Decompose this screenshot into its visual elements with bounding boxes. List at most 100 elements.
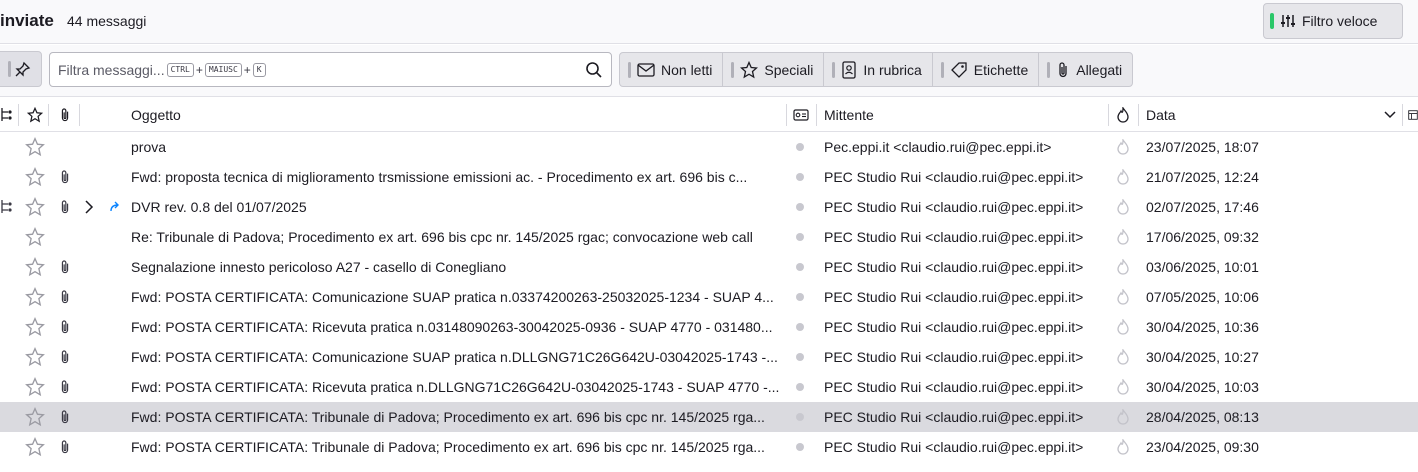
read-status-dot-icon[interactable] xyxy=(794,402,806,432)
message-sender: PEC Studio Rui <claudio.rui@pec.eppi.it> xyxy=(824,289,1084,305)
star-toggle-icon[interactable] xyxy=(24,132,46,162)
message-date: 03/06/2025, 10:01 xyxy=(1146,259,1259,275)
message-row[interactable]: Re: Tribunale di Padova; Procedimento ex… xyxy=(0,222,1418,252)
message-row[interactable]: prova Pec.eppi.it <claudio.rui@pec.eppi.i… xyxy=(0,132,1418,162)
folder-header: inviate 44 messaggi Filtro veloce xyxy=(0,0,1418,44)
junk-flame-icon[interactable] xyxy=(1114,192,1132,222)
junk-flame-icon[interactable] xyxy=(1114,162,1132,192)
filter-toggle-group: Non letti Speciali In rubrica Etichette … xyxy=(619,52,1134,87)
kbd-k: K xyxy=(252,62,266,77)
message-sender: PEC Studio Rui <claudio.rui@pec.eppi.it> xyxy=(824,169,1084,185)
star-toggle-icon[interactable] xyxy=(24,162,46,192)
read-status-dot-icon[interactable] xyxy=(794,342,806,372)
message-sender: PEC Studio Rui <claudio.rui@pec.eppi.it> xyxy=(824,379,1084,395)
message-subject: Fwd: POSTA CERTIFICATA: Tribunale di Pad… xyxy=(131,409,765,425)
column-attachment[interactable] xyxy=(56,98,74,132)
junk-flame-icon[interactable] xyxy=(1114,402,1132,432)
column-picker-icon[interactable] xyxy=(1408,98,1418,132)
message-subject: prova xyxy=(131,139,167,155)
message-date: 30/04/2025, 10:03 xyxy=(1146,379,1259,395)
message-row[interactable]: Fwd: POSTA CERTIFICATA: Tribunale di Pad… xyxy=(0,402,1418,432)
column-subject[interactable]: Oggetto xyxy=(131,98,181,132)
read-status-dot-icon[interactable] xyxy=(794,162,806,192)
read-status-dot-icon[interactable] xyxy=(794,132,806,162)
junk-flame-icon[interactable] xyxy=(1114,252,1132,282)
message-subject: Re: Tribunale di Padova; Procedimento ex… xyxy=(131,229,753,245)
filter-tags-button[interactable]: Etichette xyxy=(933,53,1040,86)
sort-chevron-down-icon[interactable] xyxy=(1384,98,1398,132)
star-toggle-icon[interactable] xyxy=(24,372,46,402)
filter-attachments-button[interactable]: Allegati xyxy=(1039,53,1132,86)
message-date: 23/04/2025, 09:30 xyxy=(1146,439,1259,455)
column-date-label: Data xyxy=(1146,107,1176,123)
read-status-dot-icon[interactable] xyxy=(794,432,806,462)
pin-icon xyxy=(14,61,30,77)
column-junk[interactable] xyxy=(1114,98,1132,132)
star-toggle-icon[interactable] xyxy=(24,342,46,372)
filter-contact-button[interactable]: In rubrica xyxy=(824,53,933,86)
message-subject: DVR rev. 0.8 del 01/07/2025 xyxy=(131,199,307,215)
filter-starred-button[interactable]: Speciali xyxy=(723,53,825,86)
paperclip-icon xyxy=(61,108,69,122)
read-status-icon xyxy=(793,109,809,121)
junk-flame-icon[interactable] xyxy=(1114,432,1132,462)
filter-unread-button[interactable]: Non letti xyxy=(620,53,724,86)
read-status-dot-icon[interactable] xyxy=(794,192,806,222)
paperclip-icon xyxy=(56,282,74,312)
filter-starred-label: Speciali xyxy=(764,61,814,78)
read-status-dot-icon[interactable] xyxy=(794,312,806,342)
paperclip-icon xyxy=(56,312,74,342)
thread-twisty-chevron-icon[interactable] xyxy=(84,192,96,222)
column-starred[interactable] xyxy=(25,98,45,132)
sticky-filter-button[interactable] xyxy=(0,51,42,87)
message-date: 02/07/2025, 17:46 xyxy=(1146,199,1259,215)
message-date: 28/04/2025, 08:13 xyxy=(1146,409,1259,425)
read-status-dot-icon[interactable] xyxy=(794,252,806,282)
search-placeholder: Filtra messaggi... xyxy=(58,61,165,78)
star-toggle-icon[interactable] xyxy=(24,402,46,432)
grip-icon xyxy=(7,61,11,77)
column-read-status[interactable] xyxy=(792,98,810,132)
message-date: 23/07/2025, 18:07 xyxy=(1146,139,1259,155)
column-sender[interactable]: Mittente xyxy=(824,98,874,132)
junk-flame-icon xyxy=(1117,107,1129,123)
sliders-icon xyxy=(1281,15,1295,27)
column-date[interactable]: Data xyxy=(1146,98,1176,132)
star-toggle-icon[interactable] xyxy=(24,282,46,312)
message-row[interactable]: Fwd: POSTA CERTIFICATA: Ricevuta pratica… xyxy=(0,312,1418,342)
message-subject: Fwd: proposta tecnica di miglioramento t… xyxy=(131,169,748,185)
filter-messages-input[interactable]: Filtra messaggi... CTRL + MAIUSC + K xyxy=(49,52,612,87)
read-status-dot-icon[interactable] xyxy=(794,372,806,402)
active-indicator xyxy=(1270,13,1274,29)
junk-flame-icon[interactable] xyxy=(1114,372,1132,402)
message-row[interactable]: Fwd: POSTA CERTIFICATA: Comunicazione SU… xyxy=(0,282,1418,312)
read-status-dot-icon[interactable] xyxy=(794,222,806,252)
star-toggle-icon[interactable] xyxy=(24,252,46,282)
paperclip-icon xyxy=(56,432,74,462)
message-row[interactable]: DVR rev. 0.8 del 01/07/2025 PEC Studio Ru… xyxy=(0,192,1418,222)
junk-flame-icon[interactable] xyxy=(1114,312,1132,342)
search-icon[interactable] xyxy=(585,61,603,79)
message-sender: PEC Studio Rui <claudio.rui@pec.eppi.it> xyxy=(824,199,1084,215)
junk-flame-icon[interactable] xyxy=(1114,132,1132,162)
message-row[interactable]: Segnalazione innesto pericoloso A27 - ca… xyxy=(0,252,1418,282)
star-toggle-icon[interactable] xyxy=(24,192,46,222)
message-date: 07/05/2025, 10:06 xyxy=(1146,289,1259,305)
message-date: 21/07/2025, 12:24 xyxy=(1146,169,1259,185)
read-status-dot-icon[interactable] xyxy=(794,282,806,312)
kbd-maiusc: MAIUSC xyxy=(204,62,242,77)
junk-flame-icon[interactable] xyxy=(1114,222,1132,252)
message-row[interactable]: Fwd: POSTA CERTIFICATA: Tribunale di Pad… xyxy=(0,432,1418,462)
filter-tags-label: Etichette xyxy=(973,61,1029,78)
star-toggle-icon[interactable] xyxy=(24,312,46,342)
column-thread[interactable] xyxy=(0,98,16,132)
message-subject: Segnalazione innesto pericoloso A27 - ca… xyxy=(131,259,507,275)
star-toggle-icon[interactable] xyxy=(24,432,46,462)
junk-flame-icon[interactable] xyxy=(1114,282,1132,312)
junk-flame-icon[interactable] xyxy=(1114,342,1132,372)
quick-filter-button[interactable]: Filtro veloce xyxy=(1263,3,1403,39)
star-toggle-icon[interactable] xyxy=(24,222,46,252)
message-row[interactable]: Fwd: POSTA CERTIFICATA: Comunicazione SU… xyxy=(0,342,1418,372)
message-row[interactable]: Fwd: proposta tecnica di miglioramento t… xyxy=(0,162,1418,192)
message-row[interactable]: Fwd: POSTA CERTIFICATA: Ricevuta pratica… xyxy=(0,372,1418,402)
